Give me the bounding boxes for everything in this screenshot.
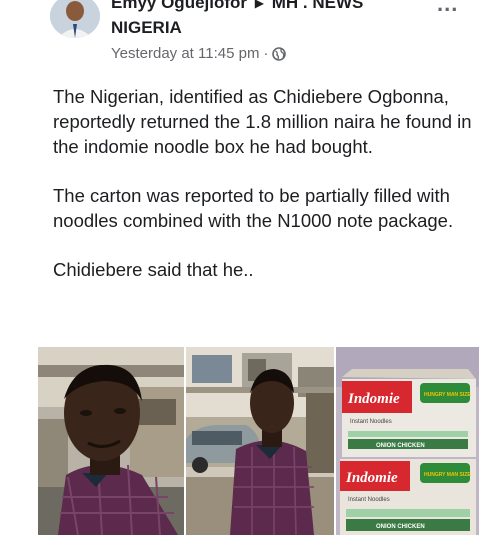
share-arrow-icon: ▶	[254, 0, 264, 10]
post-body: The Nigerian, identified as Chidiebere O…	[53, 84, 473, 306]
post-paragraph-1: The Nigerian, identified as Chidiebere O…	[53, 86, 472, 157]
carton-product-text-top: Instant Noodles	[350, 419, 392, 425]
photo-collage: Indomie HUNGRY MAN SIZE Instant Noodles …	[38, 347, 479, 535]
group-name-continued[interactable]: NIGERIA	[111, 18, 182, 38]
carton-brand-text-top: Indomie	[347, 391, 400, 407]
post-paragraph-2: The carton was reported to be partially …	[53, 185, 454, 231]
carton-brand-text-bottom: Indomie	[345, 470, 398, 486]
group-name[interactable]: MH . NEWS	[272, 0, 364, 12]
carton-flavour-text-bottom: ONION CHICKEN	[376, 524, 425, 530]
post-timestamp[interactable]: Yesterday at 11:45 pm	[111, 45, 259, 62]
author-avatar[interactable]	[50, 0, 100, 38]
author-line: Emyy Oguejiofor ▶ MH . NEWS	[111, 0, 363, 13]
photo-man-closeup[interactable]	[38, 347, 184, 535]
globe-icon[interactable]	[272, 46, 287, 61]
more-options-button[interactable]: ...	[437, 0, 458, 17]
carton-product-text-bottom: Instant Noodles	[348, 497, 390, 503]
carton-flavour-text-top: ONION CHICKEN	[376, 443, 425, 449]
post-paragraph-3: Chidiebere said that he..	[53, 259, 254, 280]
photo-man-standing[interactable]	[186, 347, 334, 535]
carton-badge-text-top: HUNGRY MAN SIZE	[424, 392, 471, 398]
separator-dot: ·	[263, 45, 269, 62]
carton-badge-text-bottom: HUNGRY MAN SIZE	[424, 472, 471, 478]
author-name[interactable]: Emyy Oguejiofor	[111, 0, 247, 12]
photo-indomie-cartons[interactable]: Indomie HUNGRY MAN SIZE Instant Noodles …	[336, 347, 479, 535]
post-meta: Yesterday at 11:45 pm ·	[111, 45, 287, 62]
